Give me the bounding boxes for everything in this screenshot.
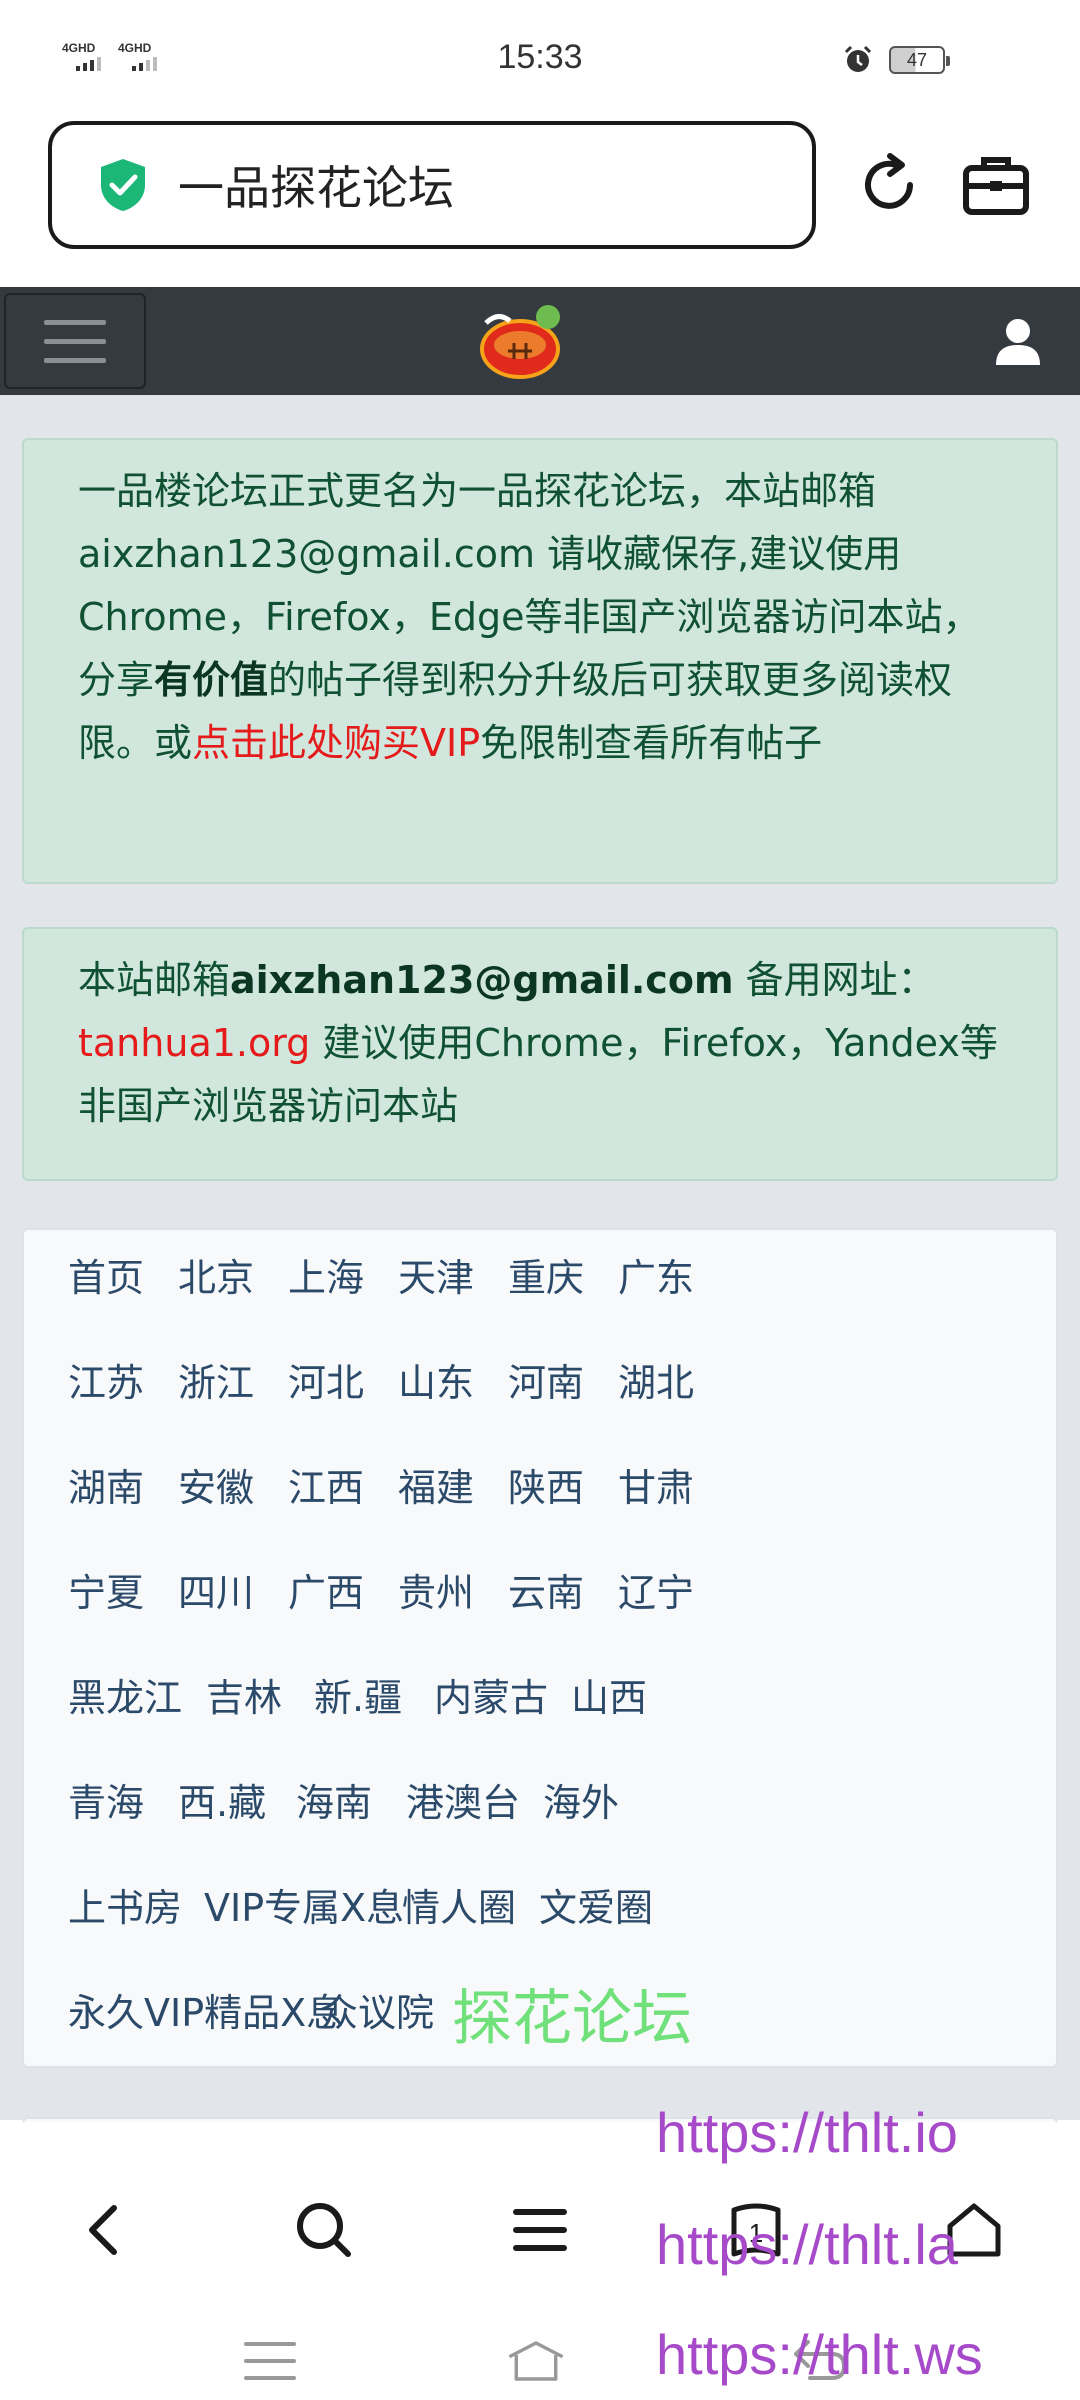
region-link[interactable]: 河北 [288,1352,364,1407]
menu-icon[interactable] [510,2200,570,2260]
buy-vip-link[interactable]: 点击此处购买VIP [192,721,480,765]
back-icon[interactable] [76,2200,136,2260]
notice-text: 本站邮箱 [78,958,231,1002]
watermark-url-3: https://thlt.ws [656,2323,983,2386]
region-link[interactable]: 首页 [68,1247,144,1302]
watermark-url-2: https://thlt.la [656,2213,958,2276]
refresh-icon[interactable] [856,152,922,218]
site-navbar [0,287,1080,395]
region-link[interactable]: 内蒙古 [434,1667,548,1722]
promo-text: 探花论坛 [452,1984,692,2054]
region-link[interactable]: 江西 [288,1457,364,1512]
notice-rename: 一品楼论坛正式更名为一品探花论坛，本站邮箱aixzhan123@gmail.co… [22,438,1058,884]
region-link[interactable]: 甘肃 [618,1457,694,1512]
region-link[interactable]: 陕西 [508,1457,584,1512]
alarm-icon [844,45,872,72]
region-link[interactable]: 情人圈 [402,1877,516,1932]
region-link[interactable]: 浙江 [178,1352,254,1407]
user-icon[interactable] [994,317,1042,367]
notice-backup-url: 本站邮箱aixzhan123@gmail.com 备用网址： tanhua1.or… [22,927,1058,1181]
system-home-icon[interactable] [506,2336,566,2386]
region-link[interactable]: 港澳台 [406,1772,520,1827]
region-link[interactable]: 四川 [178,1562,254,1617]
shield-check-icon [101,159,145,211]
battery-icon: 47 [889,46,950,74]
region-link[interactable]: VIP专属X息 [204,1877,404,1932]
region-link[interactable]: 河南 [508,1352,584,1407]
status-bar: 4GHD 4GHD 15:33 47 [0,0,1080,115]
battery-level: 47 [906,49,928,70]
region-link[interactable]: 山西 [571,1667,647,1722]
hamburger-menu-button[interactable] [4,293,146,389]
region-link[interactable]: 辽宁 [618,1562,694,1617]
region-link[interactable]: 重庆 [508,1247,584,1302]
region-link[interactable]: 山东 [398,1352,474,1407]
page-title: 一品探花论坛 [178,161,454,215]
region-link[interactable]: 天津 [398,1247,474,1302]
region-link[interactable]: 青海 [68,1772,144,1827]
toolbox-icon[interactable] [962,152,1030,218]
region-link[interactable]: 上书房 [68,1877,182,1932]
email-text: aixzhan123@gmail.com [230,958,734,1002]
watermark-url-1: https://thlt.io [656,2101,958,2164]
region-link[interactable]: 湖南 [68,1457,144,1512]
region-link[interactable]: 海外 [543,1772,619,1827]
site-logo[interactable] [478,301,568,381]
search-icon[interactable] [294,2200,354,2260]
region-link[interactable]: 众议院 [320,1982,434,2037]
address-bar[interactable]: 一品探花论坛 [48,121,816,249]
region-link[interactable]: 新.疆 [314,1667,402,1722]
region-link[interactable]: 广东 [618,1247,694,1302]
region-link[interactable]: 江苏 [68,1352,144,1407]
notice-text: 备用网址： [733,958,936,1002]
region-link[interactable]: 黑龙江 [68,1667,182,1722]
notice-bold-text: 有价值 [154,658,269,702]
region-link[interactable]: 宁夏 [68,1562,144,1617]
content-area: 一品楼论坛正式更名为一品探花论坛，本站邮箱aixzhan123@gmail.co… [0,395,1080,2157]
system-recents-icon[interactable] [240,2336,300,2386]
region-link[interactable]: 永久VIP精品X息 [68,1982,344,2037]
backup-url-link[interactable]: tanhua1.org [78,1021,310,1065]
region-link[interactable]: 安徽 [178,1457,254,1512]
region-link[interactable]: 广西 [288,1562,364,1617]
region-link[interactable]: 湖北 [618,1352,694,1407]
region-link[interactable]: 福建 [398,1457,474,1512]
region-link[interactable]: 文爱圈 [539,1877,653,1932]
region-link[interactable]: 西.藏 [178,1772,266,1827]
region-link[interactable]: 云南 [508,1562,584,1617]
region-link[interactable]: 吉林 [206,1667,282,1722]
region-link[interactable]: 贵州 [398,1562,474,1617]
region-link[interactable]: 海南 [296,1772,372,1827]
region-link[interactable]: 北京 [178,1247,254,1302]
region-nav: 首页 北京 上海 天津 重庆 广东 江苏 浙江 河北 山东 河南 湖北 湖南 安… [22,1228,1058,2068]
region-link[interactable]: 上海 [288,1247,364,1302]
notice-text: 免限制查看所有帖子 [480,721,823,765]
